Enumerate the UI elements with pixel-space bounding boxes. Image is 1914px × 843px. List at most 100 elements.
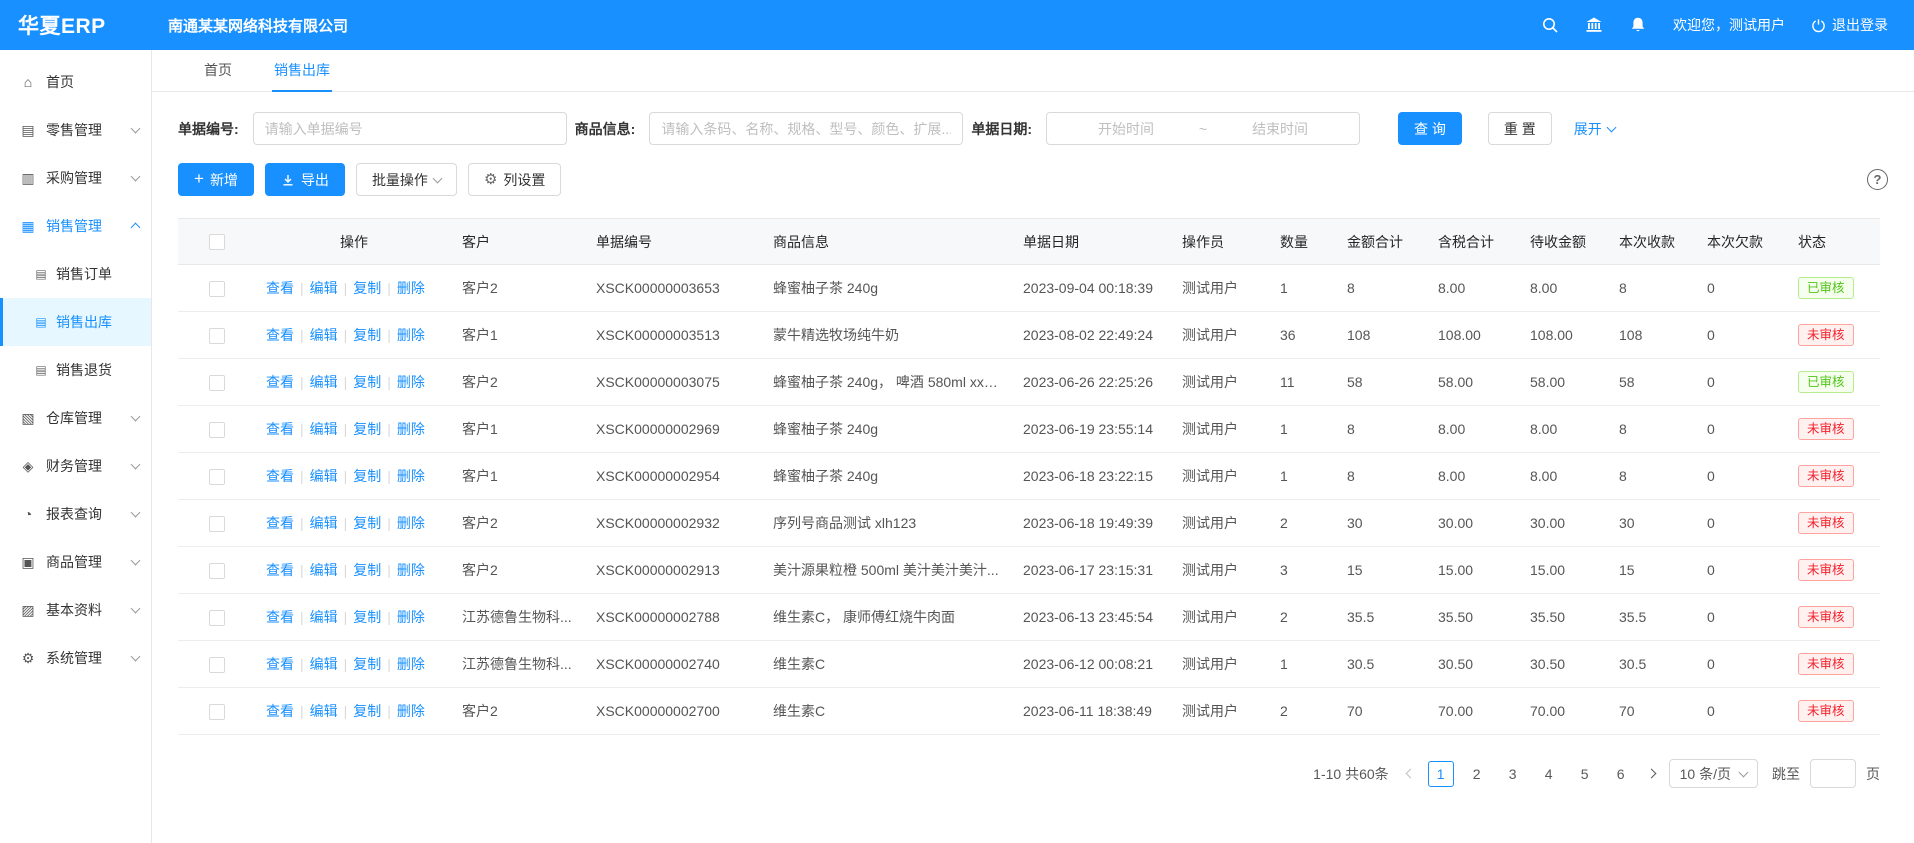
sidebar-subitem-label: 销售订单: [56, 264, 151, 284]
select-all-checkbox[interactable]: [209, 234, 225, 250]
date-range-picker[interactable]: ~: [1046, 112, 1360, 145]
table-header-row: 操作客户单据编号商品信息单据日期操作员数量金额合计含税合计待收金额本次收款本次欠…: [178, 219, 1880, 265]
export-button[interactable]: 导出: [265, 163, 345, 196]
row-checkbox[interactable]: [209, 516, 225, 532]
row-action-view[interactable]: 查看: [266, 515, 294, 531]
row-action-edit[interactable]: 编辑: [310, 421, 338, 437]
row-action-edit[interactable]: 编辑: [310, 515, 338, 531]
row-checkbox[interactable]: [209, 328, 225, 344]
row-action-delete[interactable]: 删除: [397, 421, 425, 437]
row-checkbox[interactable]: [209, 422, 225, 438]
page-number-6[interactable]: 6: [1608, 761, 1634, 787]
page-size-select[interactable]: 10 条/页: [1669, 759, 1758, 788]
logout-button[interactable]: 退出登录: [1811, 15, 1888, 35]
page-number-3[interactable]: 3: [1500, 761, 1526, 787]
row-action-copy[interactable]: 复制: [353, 280, 381, 296]
row-action-delete[interactable]: 删除: [397, 656, 425, 672]
sidebar-item-基本资料[interactable]: ▨ 基本资料: [0, 586, 151, 634]
product-info-input[interactable]: [649, 112, 963, 145]
sidebar-item-财务管理[interactable]: ◈ 财务管理: [0, 442, 151, 490]
row-action-copy[interactable]: 复制: [353, 327, 381, 343]
sidebar-item-仓库管理[interactable]: ▧ 仓库管理: [0, 394, 151, 442]
sidebar-item-报表查询[interactable]: ◔ 报表查询: [0, 490, 151, 538]
help-icon[interactable]: ?: [1867, 169, 1888, 190]
row-action-delete[interactable]: 删除: [397, 374, 425, 390]
page-number-1[interactable]: 1: [1428, 761, 1454, 787]
tab-home[interactable]: 首页: [202, 50, 234, 92]
reset-button[interactable]: 重 置: [1488, 112, 1552, 145]
row-checkbox[interactable]: [209, 375, 225, 391]
row-action-view[interactable]: 查看: [266, 421, 294, 437]
bill-no-input[interactable]: [253, 112, 567, 145]
row-action-copy[interactable]: 复制: [353, 421, 381, 437]
search-button[interactable]: 查 询: [1398, 112, 1462, 145]
row-action-edit[interactable]: 编辑: [310, 327, 338, 343]
expand-link[interactable]: 展开: [1574, 119, 1615, 139]
row-action-view[interactable]: 查看: [266, 374, 294, 390]
search-icon[interactable]: [1541, 16, 1559, 34]
sidebar-item-零售管理[interactable]: ▤ 零售管理: [0, 106, 151, 154]
column-settings-button[interactable]: ⚙ 列设置: [468, 163, 561, 196]
row-action-delete[interactable]: 删除: [397, 609, 425, 625]
row-checkbox[interactable]: [209, 563, 225, 579]
row-checkbox[interactable]: [209, 281, 225, 297]
row-action-edit[interactable]: 编辑: [310, 703, 338, 719]
row-actions: 查看|编辑|复制|删除: [266, 374, 425, 390]
row-checkbox[interactable]: [209, 610, 225, 626]
row-action-edit[interactable]: 编辑: [310, 468, 338, 484]
sidebar-item-label: 销售管理: [46, 216, 128, 236]
row-action-view[interactable]: 查看: [266, 656, 294, 672]
row-action-edit[interactable]: 编辑: [310, 562, 338, 578]
date-end-input[interactable]: [1211, 121, 1349, 137]
page-number-4[interactable]: 4: [1536, 761, 1562, 787]
row-action-edit[interactable]: 编辑: [310, 656, 338, 672]
page-number-5[interactable]: 5: [1572, 761, 1598, 787]
row-action-view[interactable]: 查看: [266, 609, 294, 625]
sidebar-item-销售管理[interactable]: ▦ 销售管理: [0, 202, 151, 250]
row-action-delete[interactable]: 删除: [397, 562, 425, 578]
table-row: 查看|编辑|复制|删除 客户2 XSCK00000002700 维生素C 202…: [178, 688, 1880, 735]
row-checkbox[interactable]: [209, 657, 225, 673]
row-action-delete[interactable]: 删除: [397, 515, 425, 531]
row-action-edit[interactable]: 编辑: [310, 280, 338, 296]
add-button[interactable]: + 新增: [178, 163, 254, 196]
row-action-edit[interactable]: 编辑: [310, 609, 338, 625]
row-action-delete[interactable]: 删除: [397, 280, 425, 296]
row-action-copy[interactable]: 复制: [353, 609, 381, 625]
prev-page-button[interactable]: [1403, 770, 1418, 777]
bank-icon[interactable]: [1585, 16, 1603, 34]
sidebar-subitem-销售退货[interactable]: ▤ 销售退货: [0, 346, 151, 394]
tab-sales-outbound[interactable]: 销售出库: [272, 50, 332, 92]
date-start-input[interactable]: [1057, 121, 1195, 137]
row-action-view[interactable]: 查看: [266, 327, 294, 343]
page-number-2[interactable]: 2: [1464, 761, 1490, 787]
bell-icon[interactable]: [1629, 16, 1647, 34]
row-action-view[interactable]: 查看: [266, 562, 294, 578]
filter-bar: 单据编号: 商品信息: 单据日期: ~ 查 询 重 置: [178, 112, 1888, 145]
sidebar-subitem-销售出库[interactable]: ▤ 销售出库: [0, 298, 151, 346]
jump-to-input[interactable]: [1810, 759, 1856, 788]
row-action-view[interactable]: 查看: [266, 280, 294, 296]
row-action-copy[interactable]: 复制: [353, 656, 381, 672]
row-checkbox[interactable]: [209, 704, 225, 720]
row-action-copy[interactable]: 复制: [353, 468, 381, 484]
row-action-delete[interactable]: 删除: [397, 703, 425, 719]
sidebar-item-商品管理[interactable]: ▣ 商品管理: [0, 538, 151, 586]
next-page-button[interactable]: [1644, 770, 1659, 777]
row-action-view[interactable]: 查看: [266, 468, 294, 484]
sidebar-item-系统管理[interactable]: ⚙ 系统管理: [0, 634, 151, 682]
batch-actions-button[interactable]: 批量操作: [356, 163, 457, 196]
row-action-copy[interactable]: 复制: [353, 515, 381, 531]
row-action-copy[interactable]: 复制: [353, 562, 381, 578]
row-action-edit[interactable]: 编辑: [310, 374, 338, 390]
row-action-copy[interactable]: 复制: [353, 703, 381, 719]
row-action-view[interactable]: 查看: [266, 703, 294, 719]
row-checkbox[interactable]: [209, 469, 225, 485]
status-badge: 未审核: [1798, 653, 1854, 675]
row-action-delete[interactable]: 删除: [397, 327, 425, 343]
sidebar-subitem-销售订单[interactable]: ▤ 销售订单: [0, 250, 151, 298]
sidebar-item-首页[interactable]: ⌂ 首页: [0, 58, 151, 106]
sidebar-item-采购管理[interactable]: ▥ 采购管理: [0, 154, 151, 202]
row-action-delete[interactable]: 删除: [397, 468, 425, 484]
row-action-copy[interactable]: 复制: [353, 374, 381, 390]
